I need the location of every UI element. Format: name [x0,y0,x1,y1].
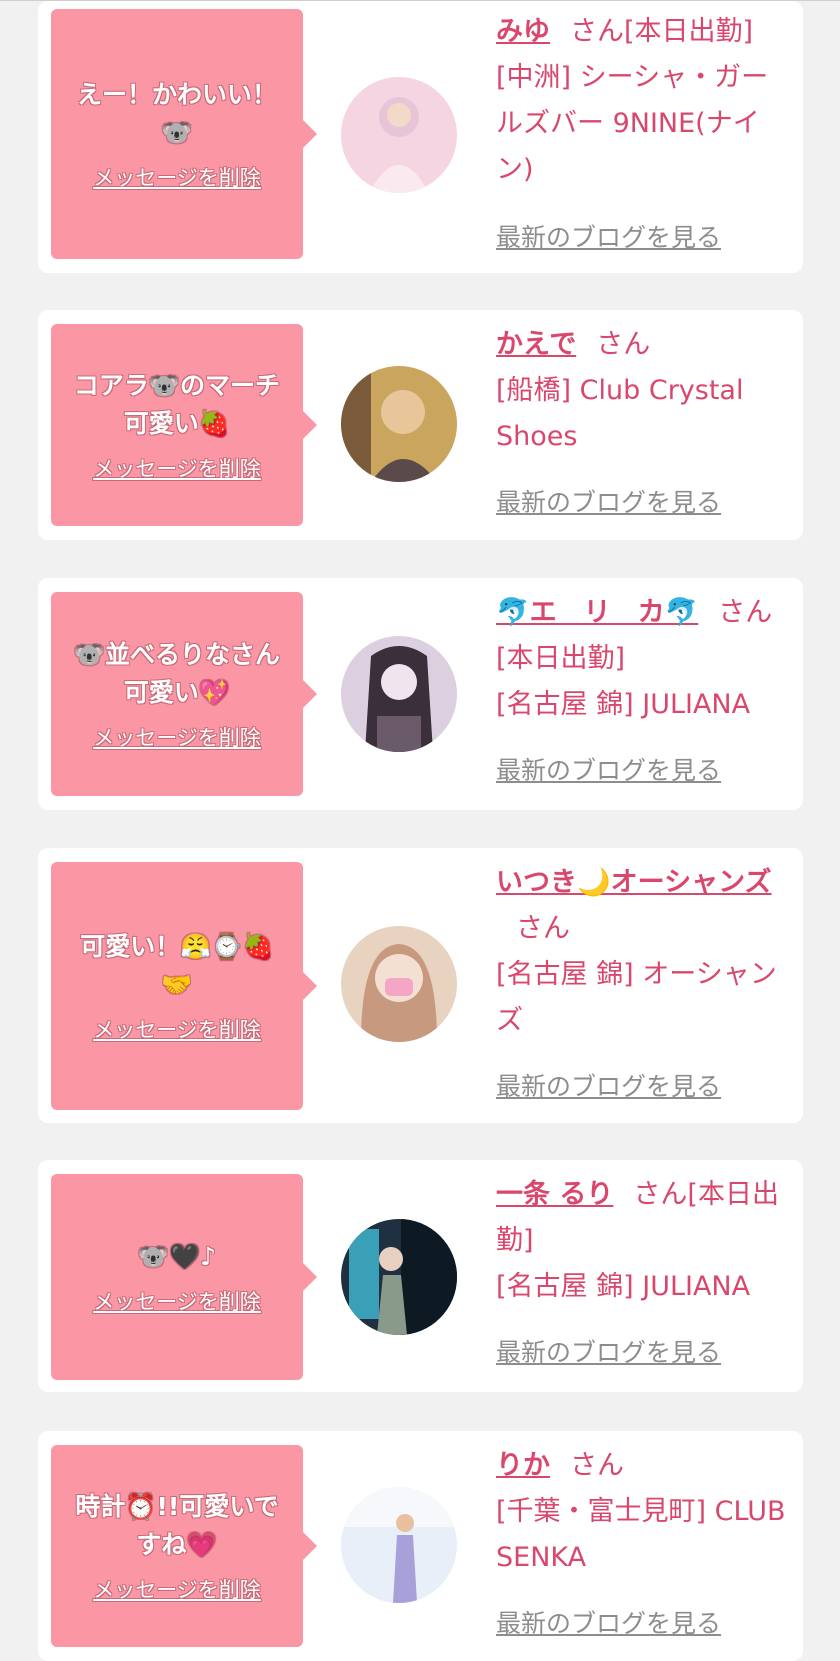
message-text: 🐨並べるりなさん可愛い💖 [73,640,281,707]
delete-message-link[interactable]: メッセージを削除 [93,1574,261,1604]
shop-name: [名古屋 錦] オーシャンズ [496,959,777,1036]
cast-name-link[interactable]: りか [496,1450,550,1481]
shop-name: [名古屋 錦] JULIANA [496,1271,751,1302]
shop-name: [船橋] Club Crystal Shoes [496,375,744,452]
cast-info: 🐬エ リ カ🐬 さん[本日出勤] [名古屋 錦] JULIANA 最新のブログを見… [496,590,787,785]
cast-status: さん [516,913,570,944]
avatar[interactable] [341,366,457,482]
message-text: えー！かわいい！🐨 [76,80,277,147]
avatar-image [341,77,457,193]
cast-name-link[interactable]: かえで [496,329,576,360]
message-bubble: 🐨並べるりなさん可愛い💖 メッセージを削除 [51,592,317,796]
cast-name-link[interactable]: 一条 るり [496,1179,613,1210]
cast-info: みゆ さん[本日出勤] [中洲] シーシャ・ガールズバー 9NINE(ナイン) 最… [496,9,787,252]
delete-message-link[interactable]: メッセージを削除 [93,722,261,752]
message-text: 可愛い！😤⌚🍓🤝 [80,932,274,999]
avatar[interactable] [341,77,457,193]
cast-info: りか さん [千葉・富士見町] CLUB SENKA 最新のブログを見る [496,1443,787,1638]
delete-message-link[interactable]: メッセージを削除 [93,1286,261,1316]
message-text: 時計⏰!!可愛いですね💗 [75,1492,279,1559]
blog-link[interactable]: 最新のブログを見る [496,480,721,526]
avatar-image [341,366,457,482]
message-card: 時計⏰!!可愛いですね💗 メッセージを削除 りか さん [千葉・富士見町] CLU… [38,1431,803,1661]
shop-name: [千葉・富士見町] CLUB SENKA [496,1496,786,1573]
avatar-image [341,1487,457,1603]
blog-link[interactable]: 最新のブログを見る [496,1601,721,1647]
blog-link[interactable]: 最新のブログを見る [496,748,721,794]
avatar-image [341,926,457,1042]
cast-status: さん [570,1450,624,1481]
cast-info: 一条 るり さん[本日出勤] [名古屋 錦] JULIANA 最新のブログを見る [496,1172,787,1367]
cast-name-link[interactable]: みゆ [496,16,550,47]
blog-link[interactable]: 最新のブログを見る [496,1330,721,1376]
cast-info: いつき🌙オーシャンズさん [名古屋 錦] オーシャンズ 最新のブログを見る [496,860,787,1101]
shop-name: [中洲] シーシャ・ガールズバー 9NINE(ナイン) [496,62,769,185]
shop-name: [名古屋 錦] JULIANA [496,689,751,720]
delete-message-link[interactable]: メッセージを削除 [93,453,261,483]
message-bubble: 時計⏰!!可愛いですね💗 メッセージを削除 [51,1445,317,1647]
message-text: 🐨🖤♪ [137,1242,217,1271]
message-card: 🐨並べるりなさん可愛い💖 メッセージを削除 🐬エ リ カ🐬 さん[本日出勤] [名… [38,578,803,810]
cast-name-link[interactable]: いつき🌙オーシャンズ [496,867,772,898]
message-card: 可愛い！😤⌚🍓🤝 メッセージを削除 いつき🌙オーシャンズさん [名古屋 錦] オ… [38,848,803,1123]
avatar[interactable] [341,1219,457,1335]
cast-info: かえで さん [船橋] Club Crystal Shoes 最新のブログを見る [496,322,787,517]
avatar[interactable] [341,926,457,1042]
message-bubble: えー！かわいい！🐨 メッセージを削除 [51,9,317,259]
avatar[interactable] [341,636,457,752]
delete-message-link[interactable]: メッセージを削除 [93,162,261,192]
delete-message-link[interactable]: メッセージを削除 [93,1014,261,1044]
cast-status: さん [596,329,651,360]
cast-name-link[interactable]: 🐬エ リ カ🐬 [496,597,698,628]
blog-link[interactable]: 最新のブログを見る [496,215,721,261]
cast-status: さん[本日出勤] [570,16,754,47]
message-card: 🐨🖤♪ メッセージを削除 一条 るり さん[本日出勤] [名古屋 錦] JULIA… [38,1160,803,1392]
message-card: コアラ🐨のマーチ可愛い🍓 メッセージを削除 かえで さん [船橋] Club Cr… [38,310,803,540]
message-bubble: 🐨🖤♪ メッセージを削除 [51,1174,317,1380]
blog-link[interactable]: 最新のブログを見る [496,1064,721,1110]
message-text: コアラ🐨のマーチ可愛い🍓 [73,371,281,438]
message-bubble: 可愛い！😤⌚🍓🤝 メッセージを削除 [51,862,317,1110]
avatar-image [341,636,457,752]
avatar[interactable] [341,1487,457,1603]
message-bubble: コアラ🐨のマーチ可愛い🍓 メッセージを削除 [51,324,317,526]
message-card: えー！かわいい！🐨 メッセージを削除 みゆ さん[本日出勤] [中洲] シーシャ・… [38,1,803,273]
avatar-image [341,1219,457,1335]
